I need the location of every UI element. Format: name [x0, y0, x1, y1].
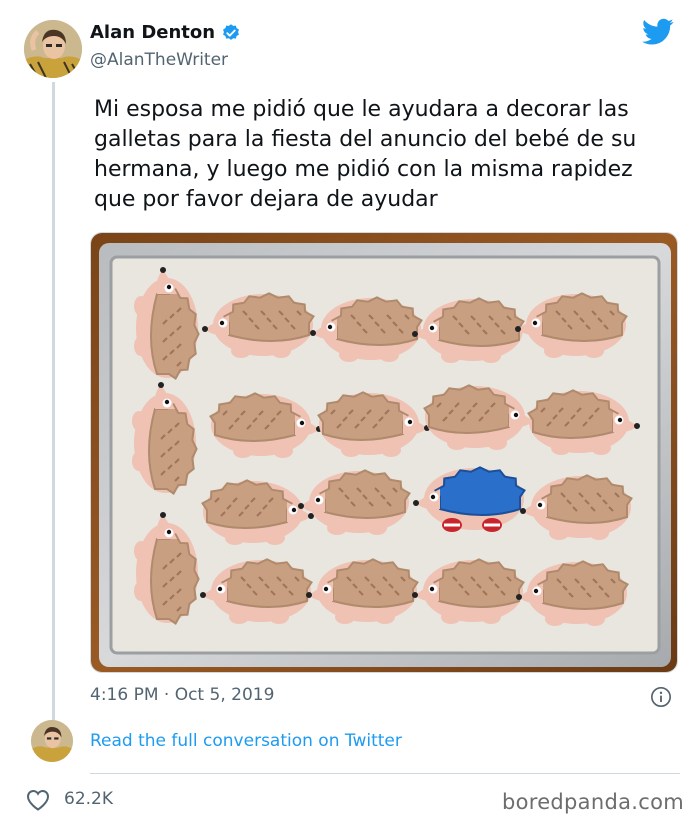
thread-line [52, 82, 55, 722]
read-conversation-link[interactable]: Read the full conversation on Twitter [90, 731, 402, 751]
tweet-text: Mi esposa me pidió que le ayudara a deco… [94, 97, 637, 212]
tweet-photo[interactable] [90, 232, 678, 673]
like-count: 62.2K [64, 789, 113, 809]
twitter-bird-icon[interactable] [642, 18, 674, 46]
watermark: boredpanda.com [501, 790, 684, 814]
display-name[interactable]: Alan Denton [90, 22, 215, 43]
tweet-timestamp[interactable]: 4:16 PM · Oct 5, 2019 [90, 685, 274, 705]
avatar-small[interactable] [31, 720, 73, 762]
user-handle[interactable]: @AlanTheWriter [90, 50, 228, 70]
heart-icon[interactable] [26, 789, 50, 811]
info-icon[interactable] [650, 686, 672, 708]
divider [90, 773, 680, 774]
verified-badge-icon [223, 23, 239, 40]
avatar[interactable] [24, 20, 82, 78]
